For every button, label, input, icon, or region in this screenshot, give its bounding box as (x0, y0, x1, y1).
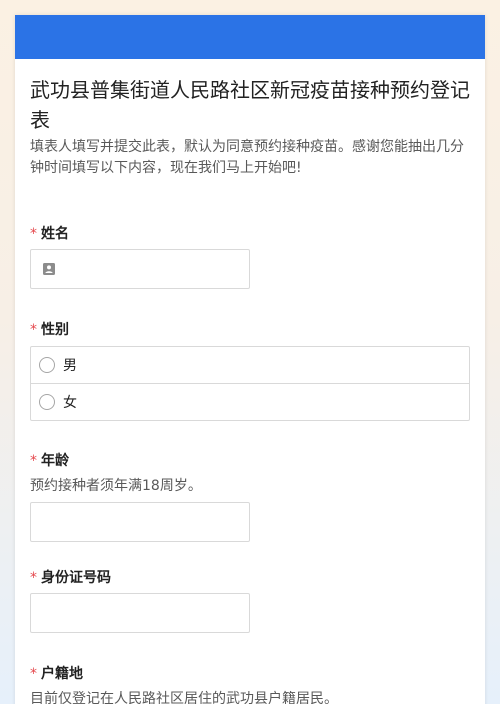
form-title: 武功县普集街道人民路社区新冠疫苗接种预约登记表 (30, 78, 470, 132)
gender-option-label: 女 (63, 395, 77, 411)
age-input[interactable] (30, 502, 250, 542)
field-household-label: * 户籍地 (30, 666, 83, 682)
radio-button[interactable] (39, 357, 55, 373)
gender-radio-group: 男 女 (30, 346, 470, 421)
required-asterisk: * (30, 666, 37, 682)
gender-option-female[interactable]: 女 (31, 383, 469, 420)
field-name-label: * 姓名 (30, 226, 69, 242)
form-header-banner (15, 15, 485, 59)
gender-option-label: 男 (63, 358, 77, 374)
radio-button[interactable] (39, 394, 55, 410)
gender-option-male[interactable]: 男 (31, 347, 469, 383)
required-asterisk: * (30, 570, 37, 586)
field-name: * 姓名 (30, 224, 470, 289)
required-asterisk: * (30, 322, 37, 338)
form-card: 武功县普集街道人民路社区新冠疫苗接种预约登记表 填表人填写并提交此表，默认为同意… (15, 15, 485, 704)
required-asterisk: * (30, 226, 37, 242)
field-id-number-label: * 身份证号码 (30, 570, 111, 586)
field-gender-label: * 性别 (30, 322, 69, 338)
form-description: 填表人填写并提交此表，默认为同意预约接种疫苗。感谢您能抽出几分钟时间填写以下内容… (30, 139, 464, 176)
field-age-label: * 年龄 (30, 453, 69, 469)
field-id-number: * 身份证号码 (30, 568, 470, 633)
field-age-hint: 预约接种者须年满18周岁。 (30, 478, 202, 494)
name-input[interactable] (30, 249, 250, 289)
contact-card-icon (43, 263, 55, 275)
field-gender: * 性别 男 女 (30, 320, 470, 421)
id-number-input[interactable] (30, 593, 250, 633)
field-household: * 户籍地 目前仅登记在人民路社区居住的武功县户籍居民。 (30, 664, 470, 704)
required-asterisk: * (30, 453, 37, 469)
field-household-hint: 目前仅登记在人民路社区居住的武功县户籍居民。 (30, 691, 338, 704)
field-age: * 年龄 预约接种者须年满18周岁。 (30, 451, 470, 542)
